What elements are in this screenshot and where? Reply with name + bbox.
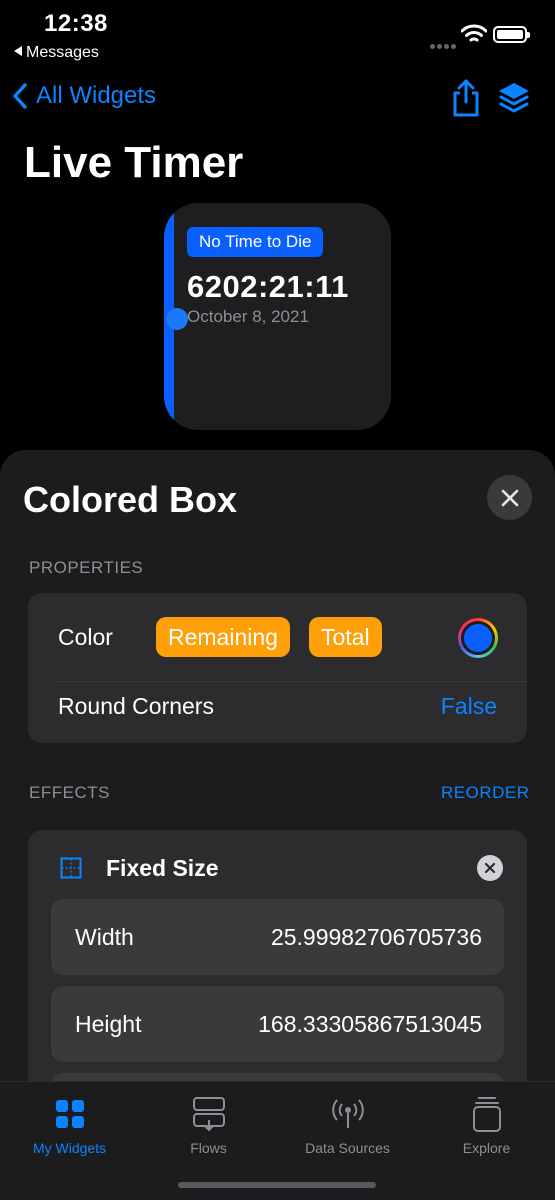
widget-timer: 6202:21:11 [187, 269, 349, 304]
widget-preview[interactable]: No Time to Die 6202:21:11 October 8, 202… [164, 203, 391, 430]
round-corners-value[interactable]: False [441, 693, 497, 720]
round-corners-row[interactable]: Round Corners False [28, 681, 527, 743]
tab-label: Explore [462, 1140, 511, 1156]
fixed-size-icon [60, 857, 82, 884]
wifi-icon [460, 24, 488, 49]
remaining-pill[interactable]: Remaining [156, 617, 290, 657]
color-row[interactable]: Color Remaining Total [28, 593, 527, 668]
remove-effect-button[interactable] [477, 855, 503, 881]
back-to-app[interactable]: Messages [14, 44, 99, 62]
grid-icon [0, 1094, 139, 1134]
tab-label: Flows [190, 1140, 227, 1156]
tab-my-widgets[interactable]: My Widgets [0, 1094, 139, 1156]
height-value[interactable]: 168.33305867513045 [258, 1011, 482, 1038]
layers-icon [499, 83, 529, 113]
flows-icon [139, 1094, 278, 1134]
color-swatch[interactable] [458, 618, 498, 658]
height-field[interactable]: Height 168.33305867513045 [51, 986, 504, 1062]
all-widgets-back-button[interactable]: All Widgets [12, 82, 156, 110]
tab-label: My Widgets [32, 1140, 107, 1156]
back-label: All Widgets [36, 82, 157, 109]
share-icon [453, 79, 479, 117]
total-pill[interactable]: Total [309, 617, 382, 657]
tab-data-sources[interactable]: Data Sources [278, 1094, 417, 1156]
page-title: Live Timer [24, 138, 244, 187]
tab-label: Data Sources [305, 1140, 390, 1156]
status-time: 12:38 [44, 10, 108, 37]
cellular-signal-icon [430, 36, 458, 54]
close-icon [484, 862, 496, 874]
back-app-label: Messages [26, 44, 99, 61]
round-corners-label: Round Corners [58, 693, 214, 719]
share-button[interactable] [450, 78, 482, 123]
height-label: Height [75, 1011, 142, 1037]
layers-button[interactable] [496, 80, 532, 121]
properties-group: Color Remaining Total Round Corners Fals… [28, 593, 527, 743]
resize-handle[interactable] [166, 308, 188, 330]
home-indicator[interactable] [178, 1182, 376, 1188]
properties-header: PROPERTIES [29, 558, 144, 577]
back-triangle-icon [14, 46, 22, 56]
antenna-icon [278, 1094, 417, 1134]
width-value[interactable]: 25.99982706705736 [271, 924, 482, 951]
width-label: Width [75, 924, 134, 950]
battery-icon [493, 26, 530, 43]
width-field[interactable]: Width 25.99982706705736 [51, 899, 504, 975]
color-label: Color [58, 624, 113, 650]
close-icon [501, 489, 518, 506]
reorder-button[interactable]: REORDER [441, 783, 530, 803]
widget-date: October 8, 2021 [187, 307, 309, 326]
tab-flows[interactable]: Flows [139, 1094, 278, 1156]
sheet-title: Colored Box [23, 479, 238, 520]
effects-header: EFFECTS [29, 783, 110, 802]
tab-explore[interactable]: Explore [417, 1094, 555, 1156]
chevron-left-icon [13, 83, 27, 109]
stack-icon [417, 1094, 555, 1134]
effect-title: Fixed Size [106, 855, 219, 881]
status-bar: 12:38 Messages [0, 0, 555, 70]
widget-title-tag: No Time to Die [187, 227, 324, 257]
close-button[interactable] [487, 475, 532, 520]
